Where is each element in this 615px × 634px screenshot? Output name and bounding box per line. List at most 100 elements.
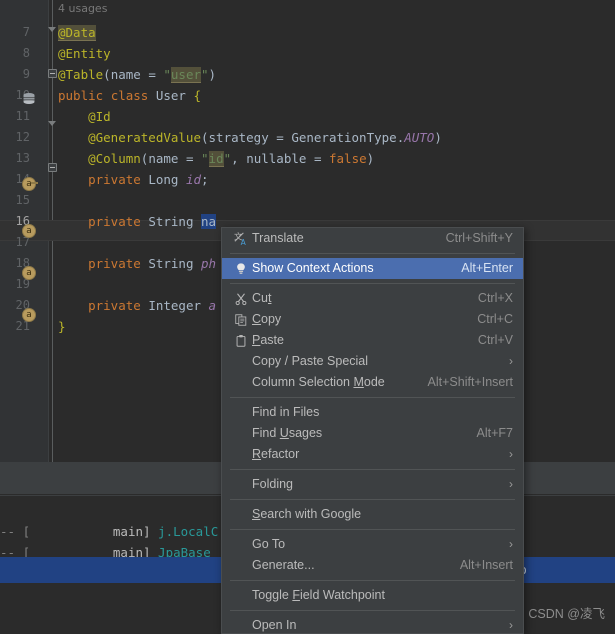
code-line[interactable]: public class User { xyxy=(48,85,615,106)
menu-separator xyxy=(230,499,515,500)
menu-item-find-usages[interactable]: Find Usages Alt+F7 xyxy=(222,423,523,444)
menu-item-label: Toggle Field Watchpoint xyxy=(252,588,385,602)
code-token: private xyxy=(58,256,149,271)
chevron-right-icon: › xyxy=(509,537,513,551)
menu-item-no-icon xyxy=(230,507,252,523)
code-token: ) xyxy=(208,67,217,82)
code-token: Long xyxy=(148,172,186,187)
code-line[interactable]: @Id xyxy=(48,106,615,127)
code-token: private xyxy=(58,214,149,229)
menu-item-refactor[interactable]: Refactor › xyxy=(222,444,523,465)
code-token: = xyxy=(140,67,164,82)
code-token: @Id xyxy=(58,109,111,124)
code-token: String xyxy=(148,256,201,271)
menu-item-no-icon xyxy=(230,558,252,574)
line-number: 8 xyxy=(22,46,30,60)
menu-item-label: Show Context Actions xyxy=(252,261,374,275)
chevron-right-icon: › xyxy=(509,354,513,368)
menu-item-label: Folding xyxy=(252,477,293,491)
code-line[interactable] xyxy=(48,190,615,211)
code-line[interactable]: @Entity xyxy=(48,43,615,64)
menu-item-generate[interactable]: Generate... Alt+Insert xyxy=(222,555,523,576)
code-token: @Column xyxy=(58,151,141,166)
menu-item-paste[interactable]: Paste Ctrl+V xyxy=(222,330,523,351)
menu-item-label: Search with Google xyxy=(252,507,362,521)
menu-item-shortcut: Ctrl+V xyxy=(477,333,513,347)
editor-context-menu[interactable]: 文 A Translate Ctrl+Shift+Y Show Context Acti… xyxy=(221,227,524,634)
menu-item-no-icon xyxy=(230,588,252,604)
spring-bean-icon-18[interactable] xyxy=(22,266,36,280)
menu-item-no-icon xyxy=(230,354,252,370)
code-token: ( xyxy=(201,130,209,145)
menu-item-no-icon xyxy=(230,426,252,442)
code-line[interactable]: @Table(name = "user") xyxy=(48,64,615,85)
menu-item-no-icon xyxy=(230,405,252,421)
menu-item-toggle-field-watchpoint[interactable]: Toggle Field Watchpoint xyxy=(222,585,523,606)
menu-item-go-to[interactable]: Go To › xyxy=(222,534,523,555)
code-token: class xyxy=(110,88,156,103)
code-token: a xyxy=(208,298,217,313)
code-line[interactable]: private Long id; xyxy=(48,169,615,190)
code-token: , xyxy=(231,151,247,166)
code-token: @Data xyxy=(58,25,96,41)
fold-arrow-icon[interactable] xyxy=(48,27,57,36)
menu-item-copy[interactable]: Copy Ctrl+C xyxy=(222,309,523,330)
menu-separator xyxy=(230,469,515,470)
console-token: main] xyxy=(30,524,159,539)
selected-token: na xyxy=(201,214,217,229)
line-number: 11 xyxy=(15,109,30,123)
menu-item-find-in-files[interactable]: Find in Files xyxy=(222,402,523,423)
chevron-right-icon: › xyxy=(509,618,513,632)
menu-item-search-with-google[interactable]: Search with Google xyxy=(222,504,523,525)
code-token: = xyxy=(268,130,292,145)
menu-item-no-icon xyxy=(230,537,252,553)
menu-item-shortcut: Alt+F7 xyxy=(476,426,513,440)
menu-separator xyxy=(230,397,515,398)
database-table-icon[interactable] xyxy=(22,92,36,106)
fold-collapse-icon-column[interactable] xyxy=(48,163,57,172)
code-token: ph xyxy=(201,256,217,271)
menu-item-show-context-actions[interactable]: Show Context Actions Alt+Enter xyxy=(222,258,523,279)
code-token: @Table xyxy=(58,67,104,82)
clipboard-icon xyxy=(230,333,252,349)
console-token: -- [ xyxy=(0,524,31,539)
code-token: user xyxy=(170,67,202,83)
code-token: private xyxy=(58,172,149,187)
code-token: GenerationType xyxy=(291,130,397,145)
fold-collapse-icon-table[interactable] xyxy=(48,69,57,78)
menu-item-shortcut: Ctrl+C xyxy=(477,312,513,326)
code-line[interactable]: @GeneratedValue(strategy = GenerationTyp… xyxy=(48,127,615,148)
menu-item-no-icon xyxy=(230,618,252,634)
menu-item-label: Copy / Paste Special xyxy=(252,354,369,368)
menu-item-open-in[interactable]: Open In › xyxy=(222,615,523,634)
code-token: false xyxy=(329,151,367,166)
line-number: 13 xyxy=(15,151,30,165)
menu-item-folding[interactable]: Folding › xyxy=(222,474,523,495)
line-number: 12 xyxy=(15,130,30,144)
menu-item-column-selection-mode[interactable]: Column Selection Mode Alt+Shift+Insert xyxy=(222,372,523,393)
code-token: AUTO xyxy=(404,130,435,145)
menu-item-translate[interactable]: 文 A Translate Ctrl+Shift+Y xyxy=(222,228,523,249)
code-line[interactable]: @Column(name = "id", nullable = false) xyxy=(48,148,615,169)
spring-bean-id-icon[interactable] xyxy=(22,177,38,191)
line-number: 7 xyxy=(22,25,30,39)
line-number: 15 xyxy=(15,193,30,207)
code-token: ( xyxy=(103,67,111,82)
menu-item-label: Go To xyxy=(252,537,286,551)
code-token: { xyxy=(193,88,202,103)
fold-arrow-icon-id[interactable] xyxy=(48,121,57,130)
code-token: User xyxy=(155,88,194,103)
menu-item-copy-paste-special[interactable]: Copy / Paste Special › xyxy=(222,351,523,372)
menu-item-shortcut: Alt+Insert xyxy=(459,558,513,572)
menu-item-cut[interactable]: Cut Ctrl+X xyxy=(222,288,523,309)
copy-icon xyxy=(230,312,252,328)
menu-item-label: Cut xyxy=(252,291,272,305)
menu-item-no-icon xyxy=(230,447,252,463)
code-token: @GeneratedValue xyxy=(58,130,201,145)
code-line[interactable]: @Data xyxy=(48,22,615,43)
menu-item-shortcut: Alt+Enter xyxy=(461,261,513,275)
spring-bean-icon-20[interactable] xyxy=(22,308,36,322)
spring-bean-icon-16[interactable] xyxy=(22,224,36,238)
code-token: ; xyxy=(201,172,209,187)
menu-separator xyxy=(230,580,515,581)
